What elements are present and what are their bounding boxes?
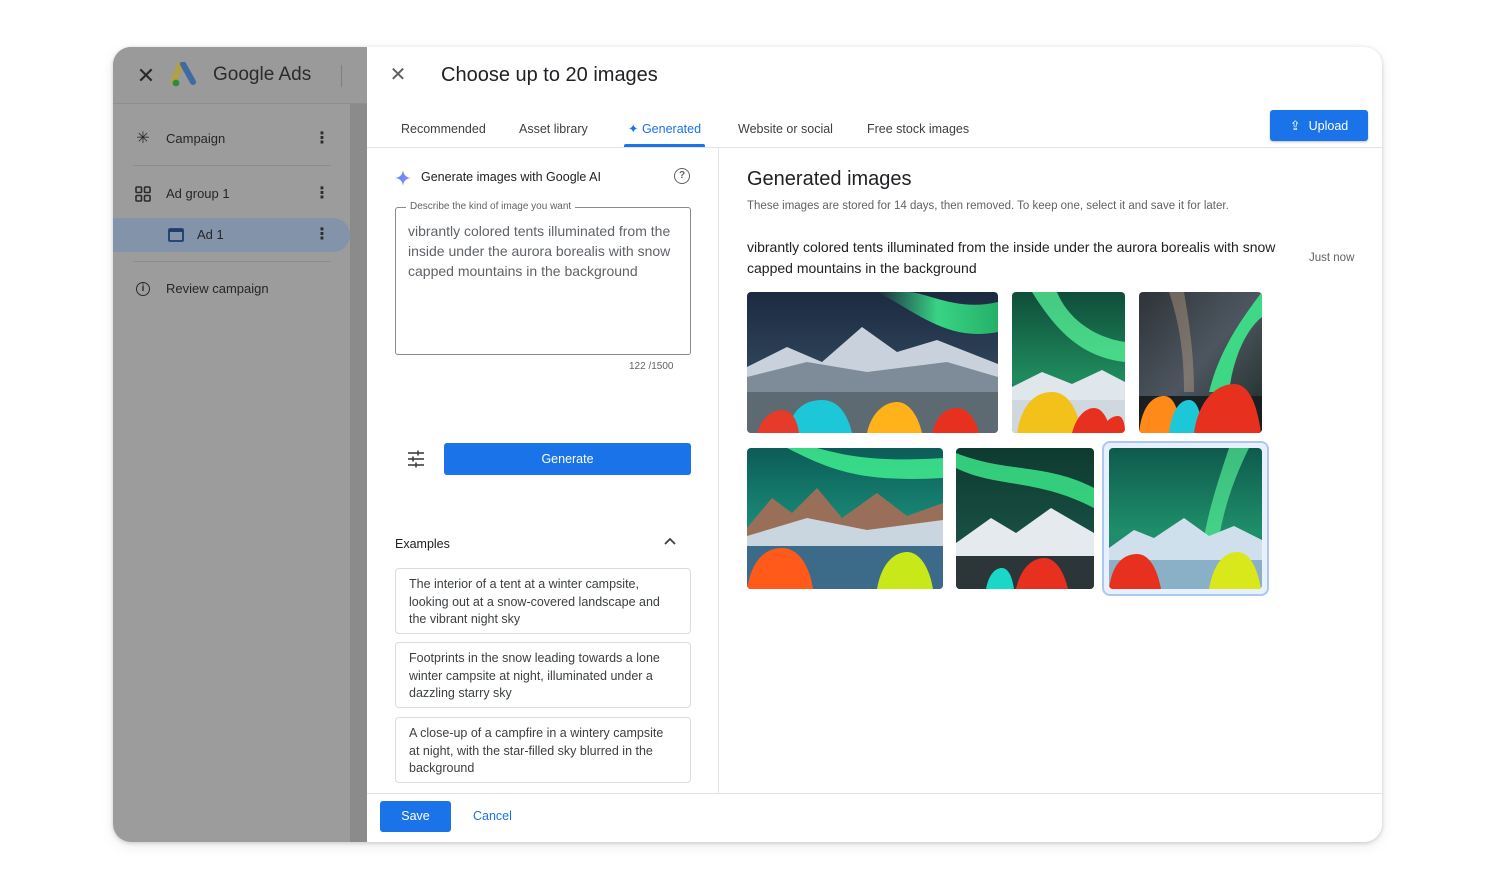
tune-icon[interactable]	[407, 450, 425, 468]
footer-divider	[367, 793, 1382, 794]
save-button[interactable]: Save	[380, 801, 451, 832]
prompt-text[interactable]: vibrantly colored tents illuminated from…	[408, 221, 686, 281]
sidebar-scrollbar[interactable]	[350, 104, 367, 842]
generate-button[interactable]: Generate	[444, 443, 691, 475]
more-vert-icon[interactable]: ⋮	[314, 184, 330, 204]
tab-recommended[interactable]: Recommended	[401, 111, 486, 147]
sidebar: ✕ Google Ads ✳ Campaign ⋮ Ad group 1 ⋮ A…	[113, 47, 367, 842]
ad-icon	[168, 228, 184, 242]
dialog-title: Choose up to 20 images	[441, 64, 658, 86]
sidebar-item-ad-group[interactable]: Ad group 1 ⋮	[113, 177, 350, 211]
sidebar-divider	[133, 165, 331, 166]
tab-generated[interactable]: ✦ Generated	[623, 111, 706, 147]
example-card[interactable]: Footprints in the snow leading towards a…	[395, 642, 691, 708]
close-icon[interactable]: ✕	[135, 65, 157, 87]
examples-heading: Examples	[395, 537, 450, 551]
prompt-textarea[interactable]: Describe the kind of image you want vibr…	[395, 201, 691, 355]
image-picker-dialog: ✕ Choose up to 20 images Recommended Ass…	[367, 47, 1382, 842]
generated-image[interactable]	[1139, 292, 1262, 433]
info-icon: i	[136, 282, 150, 296]
sidebar-item-label: Review campaign	[166, 281, 269, 296]
sidebar-item-label: Ad group 1	[166, 186, 230, 201]
sidebar-item-label: Campaign	[166, 131, 226, 146]
more-vert-icon[interactable]: ⋮	[314, 129, 330, 149]
sidebar-item-ad[interactable]: Ad 1 ⋮	[113, 218, 350, 252]
sidebar-item-campaign[interactable]: ✳ Campaign ⋮	[113, 122, 350, 156]
grid-icon	[135, 186, 151, 202]
topbar-divider	[341, 65, 342, 87]
cancel-button[interactable]: Cancel	[473, 801, 512, 832]
results-timestamp: Just now	[1309, 252, 1355, 264]
google-ads-window: ✕ Google Ads ✳ Campaign ⋮ Ad group 1 ⋮ A…	[113, 47, 1382, 842]
close-icon[interactable]: ✕	[389, 65, 407, 85]
more-vert-icon[interactable]: ⋮	[314, 225, 330, 245]
prompt-label: Describe the kind of image you want	[406, 201, 576, 212]
asterisk-icon: ✳	[136, 130, 150, 147]
chevron-up-icon[interactable]	[663, 534, 677, 548]
example-card[interactable]: A close-up of a campfire in a wintery ca…	[395, 717, 691, 783]
sidebar-item-review-campaign[interactable]: i Review campaign	[113, 272, 350, 306]
results-prompt: vibrantly colored tents illuminated from…	[747, 239, 1276, 276]
example-card[interactable]: The interior of a tent at a winter camps…	[395, 568, 691, 634]
tab-free-stock-images[interactable]: Free stock images	[867, 111, 969, 147]
sidebar-item-label: Ad 1	[197, 227, 224, 242]
char-count: 122 /1500	[629, 361, 674, 372]
google-ads-logo-icon	[171, 62, 196, 87]
generated-image[interactable]	[956, 448, 1094, 589]
sidebar-divider	[133, 261, 331, 262]
generated-image-selected[interactable]	[1109, 448, 1262, 589]
generated-image[interactable]	[747, 448, 943, 589]
upload-icon: ⇪	[1289, 118, 1301, 133]
sparkle-icon	[395, 170, 411, 186]
generator-panel: Generate images with Google AI ? Describ…	[367, 148, 719, 793]
generator-heading: Generate images with Google AI	[421, 170, 601, 184]
brand-name: Google Ads	[213, 64, 312, 85]
tab-website-or-social[interactable]: Website or social	[738, 111, 833, 147]
generated-image[interactable]	[747, 292, 998, 433]
upload-label: Upload	[1308, 119, 1349, 133]
results-title: Generated images	[747, 168, 912, 190]
help-icon[interactable]: ?	[674, 168, 690, 184]
sidebar-topbar: ✕ Google Ads	[113, 47, 367, 104]
tab-asset-library[interactable]: Asset library	[519, 111, 588, 147]
generated-image[interactable]	[1012, 292, 1125, 433]
results-subtitle: These images are stored for 14 days, the…	[747, 200, 1229, 212]
upload-button[interactable]: ⇪ Upload	[1270, 110, 1368, 141]
